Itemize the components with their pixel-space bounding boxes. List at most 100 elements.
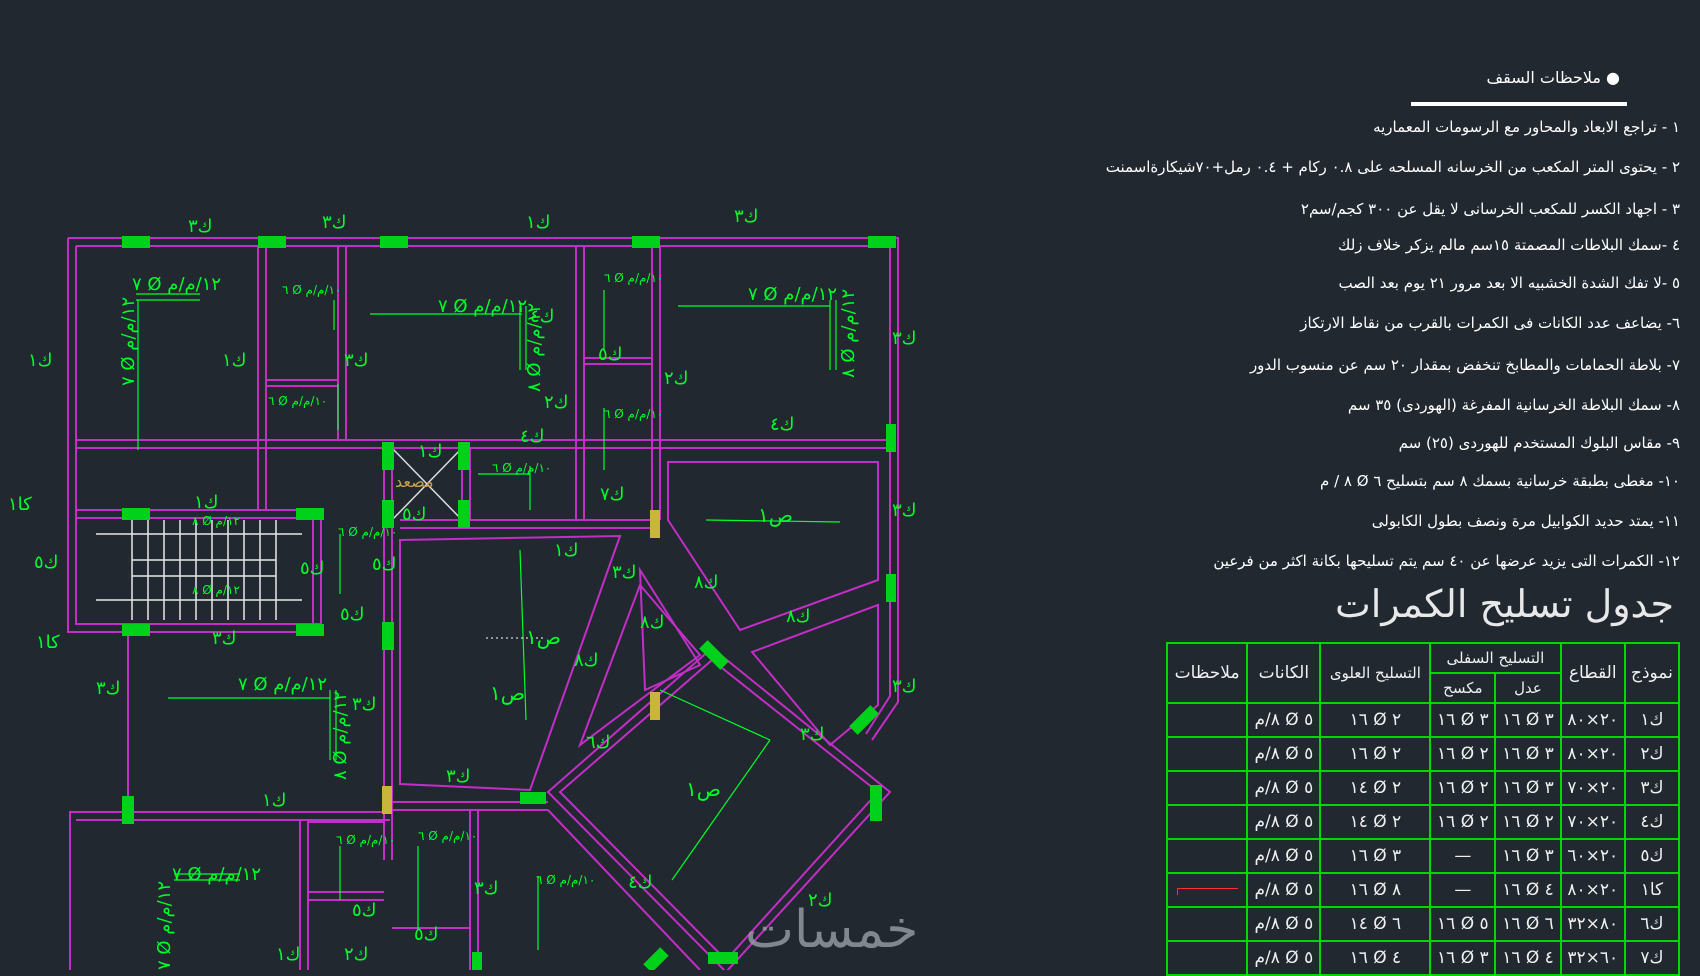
note-item: ٤ -سمك البلاطات المصمتة ١٥سم مالم يزكر خ… xyxy=(1338,236,1680,254)
note-item: ٦- يضاعف عدد الكانات فى الكمرات بالقرب م… xyxy=(1300,314,1680,332)
slab-rft-small: ٦ Ø ١٠/م/م xyxy=(492,461,551,475)
cell-section: ٢٠×٨٠ xyxy=(1559,736,1626,772)
table-row: ك٣ ٢٠×٧٠ ٣ Ø ١٦ ٢ Ø ١٦ ٢ Ø ١٤ ٥ Ø ٨/م xyxy=(1165,770,1681,806)
cell-bent: ٢ Ø ١٦ xyxy=(1429,736,1497,772)
cell-bent: ٢ Ø ١٦ xyxy=(1429,770,1497,806)
note-item: ١٢- الكمرات التى يزيد عرضها عن ٤٠ سم يتم… xyxy=(1213,552,1680,570)
beam-label: ك١ xyxy=(276,944,301,965)
cell-remarks xyxy=(1165,770,1249,806)
beam-label: ك٢ xyxy=(344,944,369,965)
cell-straight: ٢ Ø ١٦ xyxy=(1494,804,1562,840)
beam-label: ك٣ xyxy=(344,350,369,371)
elevator-label: مصعد xyxy=(395,472,434,491)
beam-label: ك٣ xyxy=(800,724,825,745)
beam-label: ك٣ xyxy=(96,678,121,699)
slab-rft-small: ٦ Ø ١٠/م/م xyxy=(282,283,341,297)
beam-label: ك٣ xyxy=(734,206,759,227)
beam-label: ك٣ xyxy=(446,766,471,787)
notes-title: ● ملاحظات السقف xyxy=(1486,68,1620,87)
cell-model: ك٤ xyxy=(1623,804,1681,840)
table-row: ك٤ ٢٠×٧٠ ٢ Ø ١٦ ٢ Ø ١٦ ٢ Ø ١٤ ٥ Ø ٨/م xyxy=(1165,804,1681,840)
col-straight: عدل xyxy=(1494,672,1562,704)
beam-label: ك٥ xyxy=(372,554,397,575)
notes-title-underline xyxy=(1411,102,1627,106)
table-row: ك٥ ٢٠×٦٠ ٣ Ø ١٦ — ٣ Ø ١٦ ٥ Ø ٨/م xyxy=(1165,838,1681,874)
col-model: نموذج xyxy=(1623,642,1681,704)
cell-stirrups: ٥ Ø ٨/م xyxy=(1246,770,1322,806)
cell-top: ٨ Ø ١٦ xyxy=(1319,872,1432,908)
table-row: ك٦ ٨٠×٣٢ ٦ Ø ١٦ ٥ Ø ١٦ ٦ Ø ١٤ ٥ Ø ٨/م xyxy=(1165,906,1681,942)
beam-label: ك٨ xyxy=(574,650,599,671)
cell-straight: ٣ Ø ١٦ xyxy=(1494,702,1562,738)
beam-label: ك١ xyxy=(222,350,247,371)
hollow-slab-label: ص١ xyxy=(526,625,561,649)
beam-label: ك٤ xyxy=(530,306,555,327)
beam-label: كا١ xyxy=(8,494,32,515)
slab-rft-label: ٧ Ø ١٢/م/م xyxy=(118,297,139,386)
slab-rft-small: ٦ Ø ١٠/م/م xyxy=(338,525,397,539)
cell-section: ٢٠×٨٠ xyxy=(1559,702,1626,738)
beam-label: ك٥ xyxy=(598,344,623,365)
bullet-icon: ● xyxy=(1600,68,1620,87)
col-stirrups: الكانات xyxy=(1246,642,1322,704)
beam-label: ك١ xyxy=(28,350,53,371)
slab-rft-small: ٦ Ø ١٠/م/م xyxy=(604,271,663,285)
cell-remarks xyxy=(1165,736,1249,772)
beam-label: ك١ xyxy=(262,790,287,811)
beam-label: ك٣ xyxy=(612,562,637,583)
col-bent: مكسح xyxy=(1429,672,1497,704)
col-bottom-rft: التسليح السفلى xyxy=(1429,642,1562,674)
hollow-slab-label: ص١ xyxy=(490,681,525,705)
cell-stirrups: ٥ Ø ٨/م xyxy=(1246,702,1322,738)
slab-rft-label: ٨ Ø ١٢/م/م xyxy=(330,691,351,780)
cell-remarks xyxy=(1165,906,1249,942)
beam-label: ك٧ xyxy=(600,484,625,505)
hollow-slab-label: ص١ xyxy=(686,777,721,801)
beam-label: ك٤ xyxy=(770,414,795,435)
cell-straight: ٣ Ø ١٦ xyxy=(1494,736,1562,772)
slab-rft-small: ٦ Ø ١٠/م/م xyxy=(604,407,663,421)
cell-stirrups: ٥ Ø ٨/م xyxy=(1246,872,1322,908)
cell-top: ٢ Ø ١٦ xyxy=(1319,736,1432,772)
cell-bent: ٥ Ø ١٦ xyxy=(1429,906,1497,942)
cell-stirrups: ٥ Ø ٨/م xyxy=(1246,804,1322,840)
cell-stirrups: ٥ Ø ٨/م xyxy=(1246,906,1322,942)
slab-rft-small: ٦ Ø ١٠/م/م xyxy=(336,833,395,847)
beam-label: ك١ xyxy=(418,441,443,462)
note-item: ٩- مقاس البلوك المستخدم للهوردى (٢٥) سم xyxy=(1398,434,1680,452)
beam-label: ك٨ xyxy=(786,606,811,627)
note-item: ٥ -لا تفك الشدة الخشبيه الا بعد مرور ٢١ … xyxy=(1338,274,1680,292)
beam-label: ك٣ xyxy=(212,628,237,649)
note-item: ٨- سمك البلاطة الخرسانية المفرغة (الهورد… xyxy=(1347,396,1680,414)
note-item: ١٠- مغطى بطبقة خرسانية بسمك ٨ سم بتسليح … xyxy=(1320,472,1680,490)
beam-label: ك٨ xyxy=(640,612,665,633)
table-row: كا١ ٢٠×٨٠ ٤ Ø ١٦ — ٨ Ø ١٦ ٥ Ø ٨/م xyxy=(1165,872,1681,908)
beam-label: ك٢ xyxy=(544,392,569,413)
cell-model: ك٦ xyxy=(1623,906,1681,942)
beam-label: ك٣ xyxy=(188,216,213,237)
cell-straight: ٦ Ø ١٦ xyxy=(1494,906,1562,942)
slab-rft-label: ٧ Ø ١٢/م/م xyxy=(132,274,221,295)
beam-label: ك٢ xyxy=(664,368,689,389)
slab-rft-label: ٧ Ø ١٢/م/م xyxy=(154,881,175,970)
slab-rft-label: ٧ Ø ١٢/م/م xyxy=(238,674,327,695)
beam-label: ك٥ xyxy=(352,900,377,921)
cell-remarks xyxy=(1165,702,1249,738)
note-item: ١ - تراجع الابعاد والمحاور مع الرسومات ا… xyxy=(1373,118,1680,136)
cell-bent: — xyxy=(1429,838,1497,874)
beam-label: ك٣ xyxy=(474,878,499,899)
columns xyxy=(122,236,896,970)
beam-label: ك١ xyxy=(194,492,219,513)
cell-model: ك٥ xyxy=(1623,838,1681,874)
beam-label: ك٣ xyxy=(892,328,917,349)
table-row: ك١ ٢٠×٨٠ ٣ Ø ١٦ ٣ Ø ١٦ ٢ Ø ١٦ ٥ Ø ٨/م xyxy=(1165,702,1681,738)
note-item: ٧- بلاطة الحمامات والمطابخ تنخفض بمقدار … xyxy=(1249,356,1680,374)
col-top-rft: التسليح العلوى xyxy=(1319,642,1432,704)
beam-label: كا١ xyxy=(36,632,60,653)
beam-label: ك٥ xyxy=(414,924,439,945)
cell-stirrups: ٥ Ø ٨/م xyxy=(1246,736,1322,772)
stair-rft: ٨ Ø ١٢/م xyxy=(192,514,240,528)
beam-label: ك٥ xyxy=(34,552,59,573)
cell-straight: ٤ Ø ١٦ xyxy=(1494,872,1562,908)
cell-top: ٦ Ø ١٤ xyxy=(1319,906,1432,942)
